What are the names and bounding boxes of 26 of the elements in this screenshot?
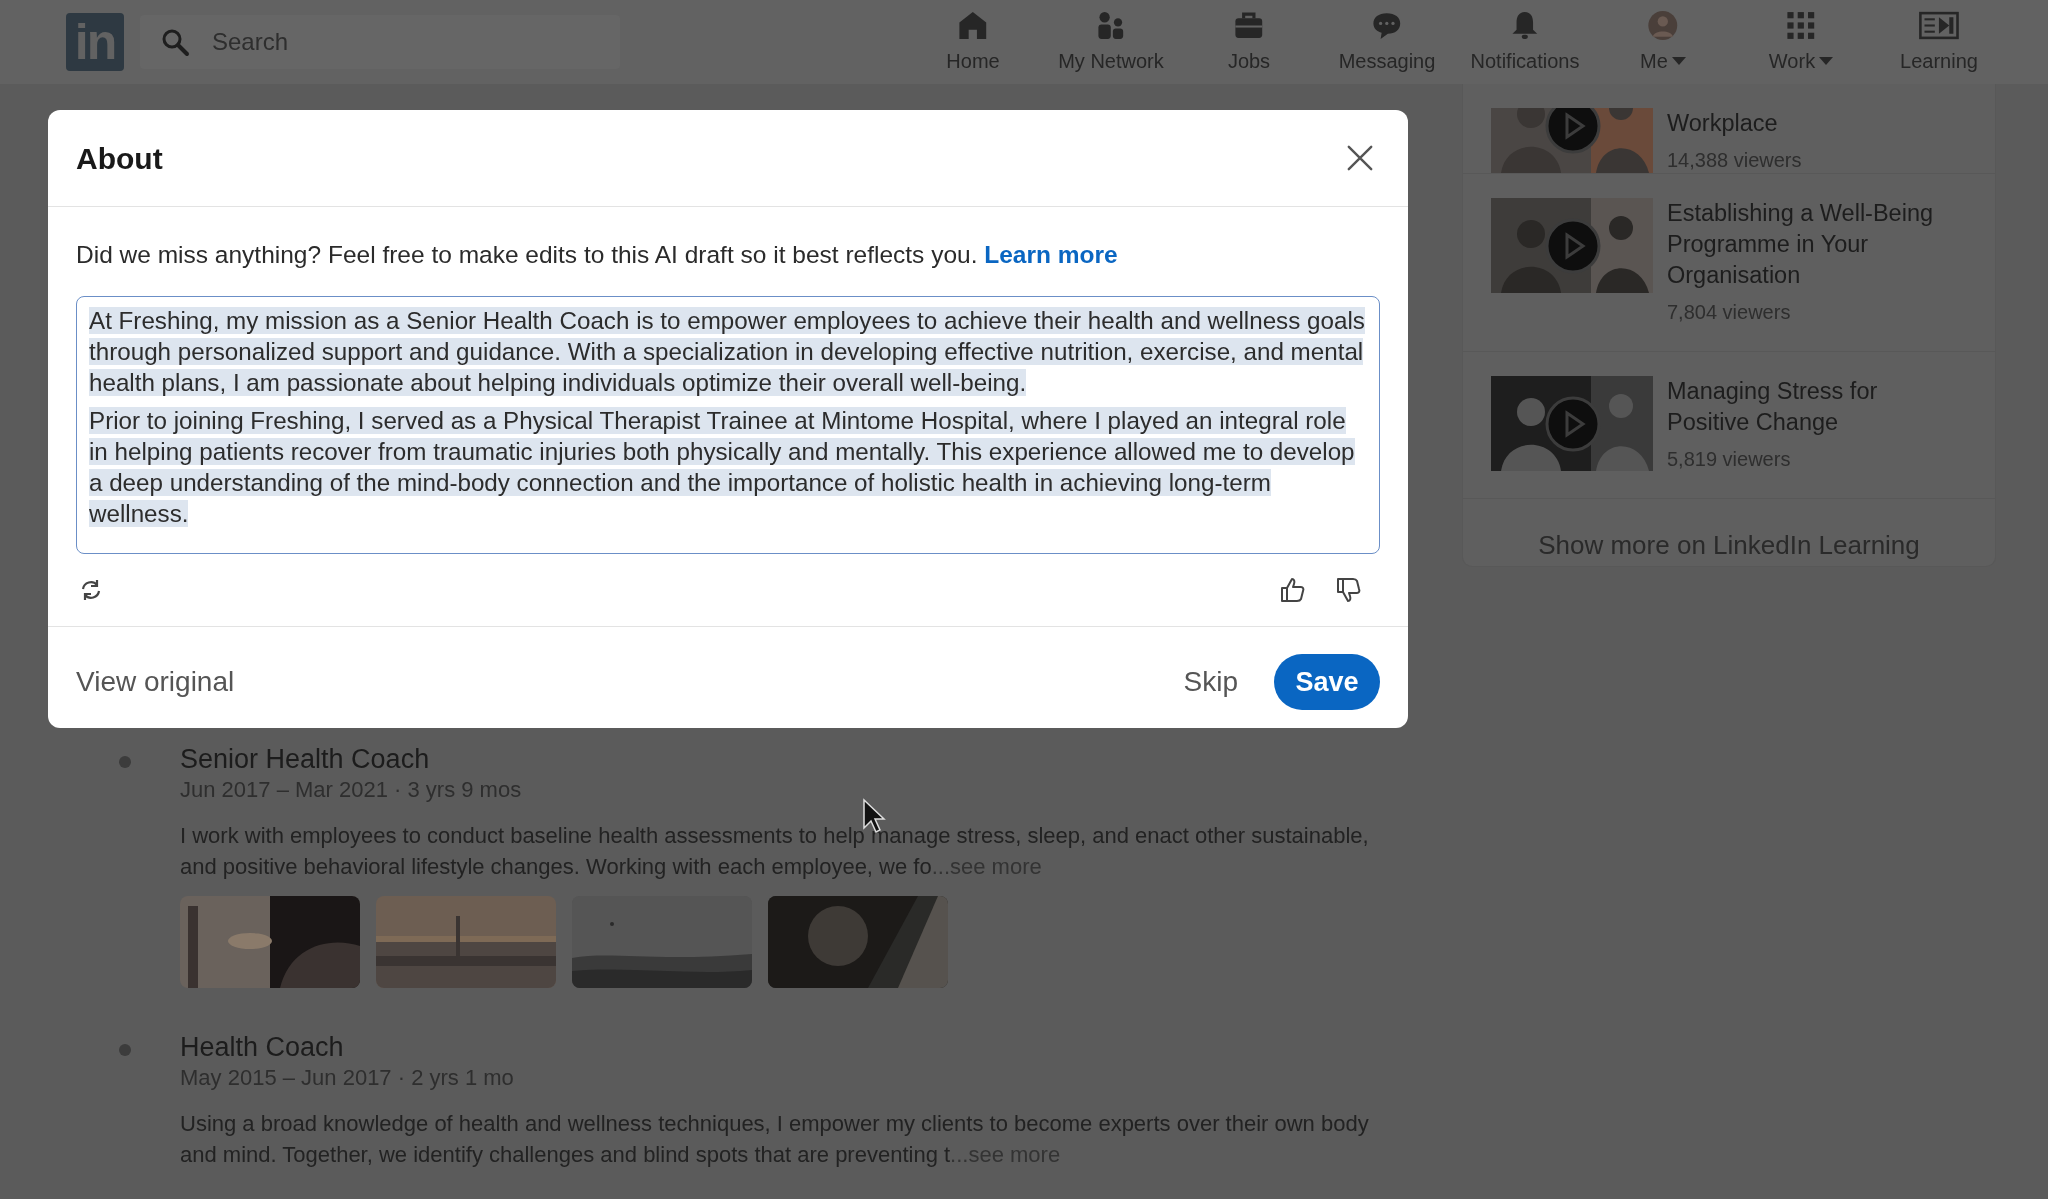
nav-item[interactable]: Home [904,0,1042,84]
course-title[interactable]: Managing Stress for Positive Change [1667,376,1965,438]
close-icon [1346,144,1374,172]
nav-item[interactable]: Jobs [1180,0,1318,84]
intro-text: Did we miss anything? Feel free to make edits to this AI draft so it best reflects you. Learn more [76,240,1119,270]
nav-item[interactable]: My Network [1042,0,1180,84]
nav-item[interactable]: Me [1594,0,1732,84]
modal-title: About [76,140,163,177]
nav-item[interactable]: Messaging [1318,0,1456,84]
learn-more-link[interactable]: Learn more [984,241,1118,268]
timeline-dot [119,756,131,768]
nav-item[interactable]: Learning [1870,0,2008,84]
timeline-dot [119,1044,131,1056]
job-title: Senior Health Coach [180,743,430,776]
avatar-icon [1646,8,1680,42]
course-title[interactable]: Establishing a Well-Being Programme in Your Organisation [1667,198,1965,291]
save-button[interactable]: Save [1274,654,1380,711]
job-title: Health Coach [180,1031,344,1064]
nav-item[interactable]: Work [1732,0,1870,84]
play-icon[interactable] [1544,108,1602,155]
skip-button[interactable]: Skip [1177,660,1244,705]
text-area[interactable]: At Freshing, my mission as a Senior Health Coach is to empower employees to achieve their health and wellness goals through personalized support and guidance. With a specialization in developing effective nutrition, exercise, and mental health plans, I am passionate about helping individuals optimize their overall well-being. Prior to joining Freshing, I served as a Physical Therapist Trainee at Mintome Hospital, where I played an integral role in helping patients recover from traumatic injuries both physically and mentally. This experience allowed me to develop a deep understanding of the mind-body connection and the importance of holistic health in achieving long-term wellness. [76,295,1380,554]
view-original-link[interactable]: View original [76,661,235,704]
nav-item[interactable]: Notifications [1456,0,1594,84]
course-title[interactable]: Workplace [1667,108,1802,139]
search-field[interactable]: Search [140,15,620,69]
